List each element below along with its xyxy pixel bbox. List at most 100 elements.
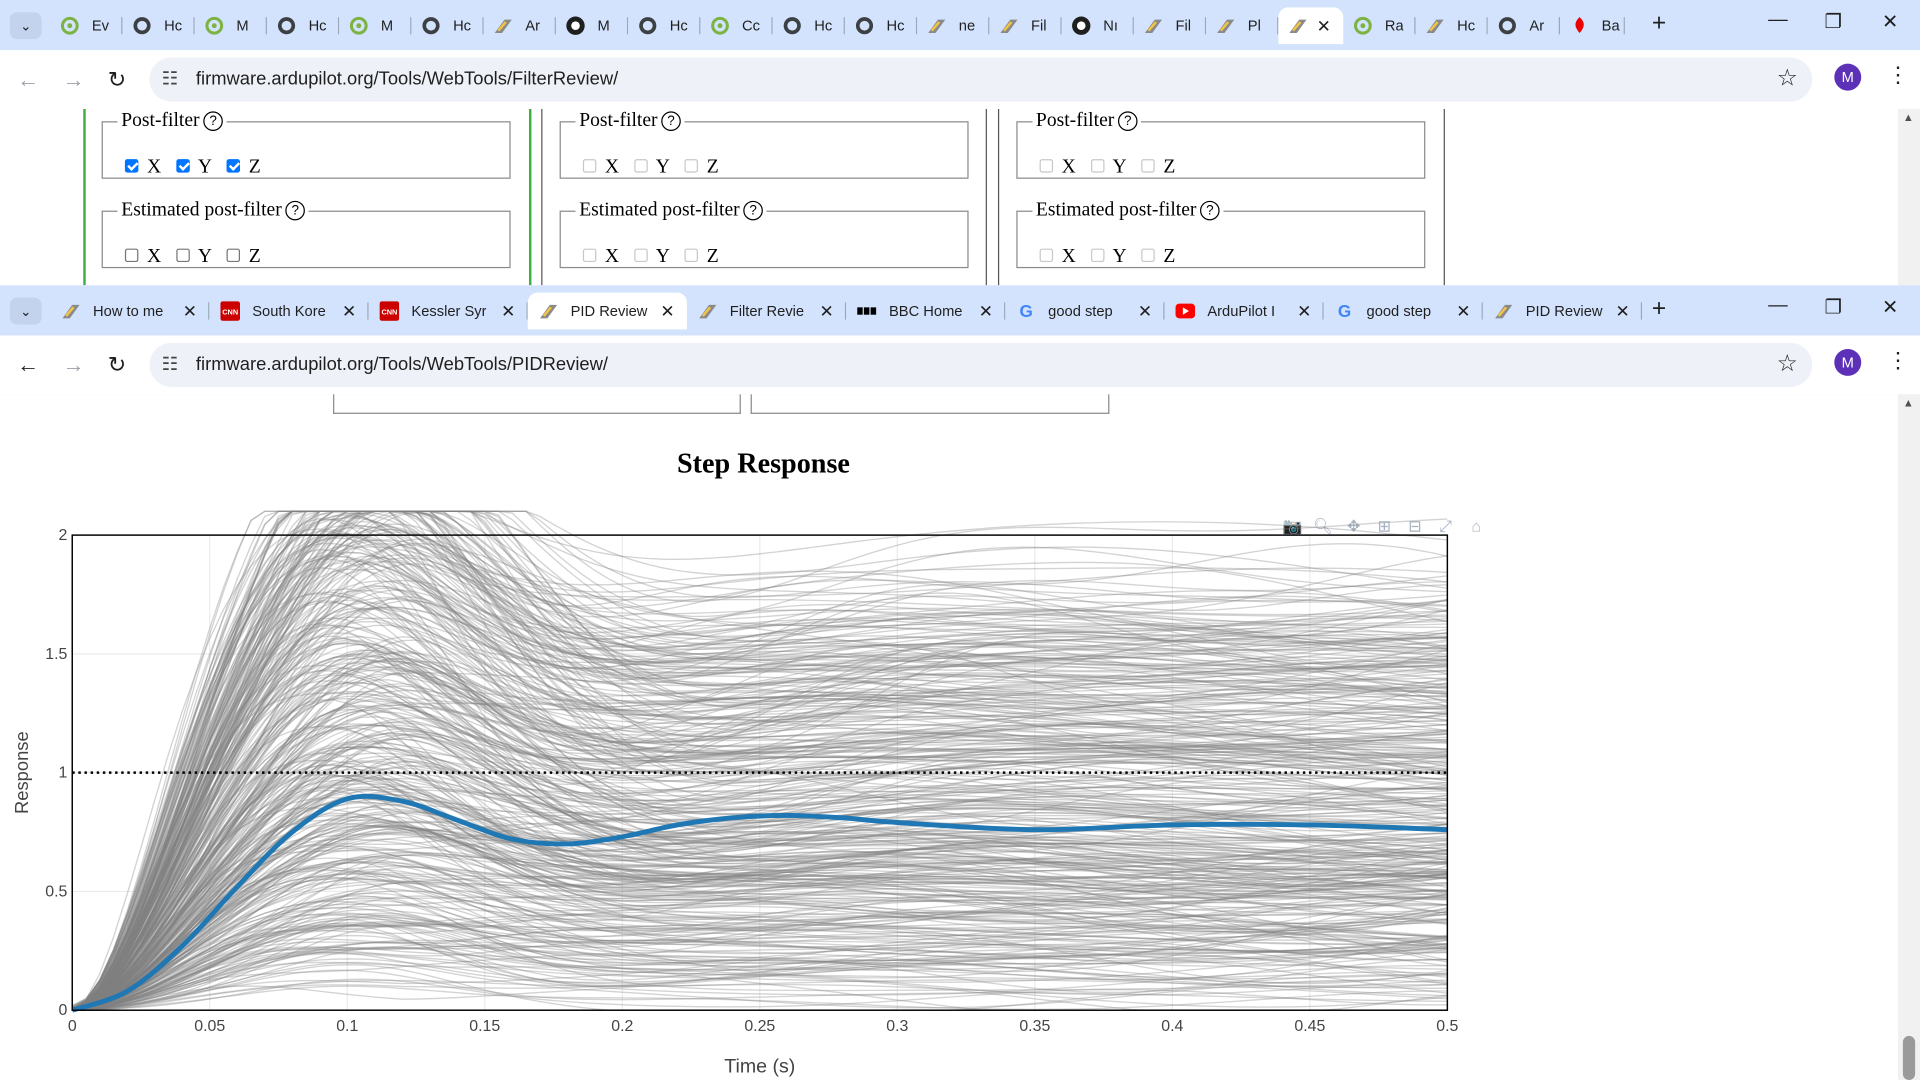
- url-text[interactable]: firmware.ardupilot.org/Tools/WebTools/PI…: [196, 354, 608, 375]
- minimize-button[interactable]: —: [1768, 295, 1788, 317]
- page-scrollbar[interactable]: ▲: [1897, 394, 1920, 1080]
- close-tab-icon[interactable]: ✕: [501, 301, 515, 321]
- browser-tab[interactable]: ArduPilot I ✕: [1164, 293, 1324, 330]
- browser-tab[interactable]: CNN Kessler Syr ✕: [369, 293, 528, 330]
- browser-tab[interactable]: Cc: [700, 7, 773, 44]
- browser-tab[interactable]: Fil: [1134, 7, 1207, 44]
- back-button[interactable]: ←: [17, 67, 39, 93]
- browser-tab[interactable]: Ggood step ✕: [1324, 293, 1483, 330]
- minimize-button[interactable]: —: [1768, 10, 1788, 32]
- restore-button[interactable]: ❐: [1825, 295, 1843, 319]
- browser-tab[interactable]: Hc: [1416, 7, 1488, 44]
- forward-button[interactable]: →: [62, 67, 84, 93]
- close-tab-icon[interactable]: ✕: [1456, 301, 1470, 321]
- axis-x-checkbox[interactable]: [124, 158, 139, 173]
- browser-tab[interactable]: Ra: [1343, 7, 1416, 44]
- omnibox[interactable]: ☷ firmware.ardupilot.org/Tools/WebTools/…: [149, 57, 1813, 102]
- axis-x-checkbox[interactable]: [582, 247, 597, 262]
- browser-tab[interactable]: Ev: [50, 7, 123, 44]
- site-info-icon[interactable]: ☷: [162, 67, 178, 90]
- browser-tab[interactable]: Ar: [484, 7, 556, 44]
- axis-y-checkbox[interactable]: [175, 247, 190, 262]
- browser-tab[interactable]: Hc: [845, 7, 918, 44]
- help-icon[interactable]: ?: [743, 200, 763, 221]
- reload-button[interactable]: ↻: [108, 67, 126, 93]
- browser-tab[interactable]: PID Review ✕: [527, 292, 687, 330]
- axis-z-checkbox[interactable]: [226, 247, 241, 262]
- browser-tab[interactable]: M: [195, 7, 267, 44]
- browser-tab[interactable]: ✕: [1278, 7, 1344, 45]
- profile-avatar[interactable]: M: [1834, 348, 1862, 376]
- tab-search-button[interactable]: ⌄: [9, 12, 42, 40]
- browser-tab[interactable]: Ba: [1560, 7, 1625, 44]
- close-window-button[interactable]: ✕: [1882, 10, 1898, 34]
- browser-tab[interactable]: Hc: [267, 7, 340, 44]
- back-button[interactable]: ←: [17, 353, 39, 379]
- url-text[interactable]: firmware.ardupilot.org/Tools/WebTools/Fi…: [196, 69, 618, 90]
- new-tab-button[interactable]: +: [1652, 10, 1666, 38]
- browser-tab[interactable]: ne: [917, 7, 990, 44]
- help-icon[interactable]: ?: [1200, 200, 1220, 221]
- omnibox[interactable]: ☷ firmware.ardupilot.org/Tools/WebTools/…: [149, 342, 1813, 387]
- menu-kebab-icon[interactable]: ⋮: [1887, 348, 1909, 374]
- reload-button[interactable]: ↻: [108, 353, 126, 379]
- forward-button[interactable]: →: [62, 353, 84, 379]
- browser-tab[interactable]: CNN South Kore ✕: [209, 293, 369, 330]
- browser-tab[interactable]: PID Review ✕: [1483, 293, 1643, 330]
- close-tab-icon[interactable]: ✕: [1297, 301, 1311, 321]
- close-tab-icon[interactable]: ✕: [1317, 16, 1331, 36]
- browser-tab[interactable]: How to me ✕: [50, 293, 210, 330]
- browser-tab[interactable]: Hc: [122, 7, 195, 44]
- page-scrollbar[interactable]: ▲: [1897, 108, 1920, 286]
- browser-tab[interactable]: M: [339, 7, 412, 44]
- axis-y-checkbox[interactable]: [175, 158, 190, 173]
- axis-z-checkbox[interactable]: [684, 158, 699, 173]
- scroll-up-arrow-icon[interactable]: ▲: [1903, 111, 1914, 123]
- close-window-button[interactable]: ✕: [1882, 295, 1898, 319]
- browser-tab[interactable]: Ar: [1488, 7, 1561, 44]
- axis-z-checkbox[interactable]: [1141, 158, 1155, 173]
- browser-tab[interactable]: Ggood step ✕: [1005, 293, 1165, 330]
- axis-y-checkbox[interactable]: [633, 247, 648, 262]
- browser-tab[interactable]: Pl: [1206, 7, 1279, 44]
- axis-x-checkbox[interactable]: [1039, 158, 1054, 173]
- axis-z-checkbox[interactable]: [226, 158, 241, 173]
- browser-tab[interactable]: BBC Home ✕: [846, 293, 1006, 330]
- close-tab-icon[interactable]: ✕: [820, 301, 834, 321]
- help-icon[interactable]: ?: [1117, 111, 1138, 132]
- axis-y-checkbox[interactable]: [1090, 247, 1104, 262]
- bookmark-star-icon[interactable]: ☆: [1777, 350, 1798, 378]
- scrollbar-thumb[interactable]: [1902, 1035, 1916, 1080]
- close-tab-icon[interactable]: ✕: [1138, 301, 1152, 321]
- axis-y-checkbox[interactable]: [633, 158, 648, 173]
- tab-search-button[interactable]: ⌄: [9, 297, 42, 325]
- browser-tab[interactable]: Filter Revie ✕: [687, 293, 847, 330]
- bookmark-star-icon[interactable]: ☆: [1777, 65, 1798, 93]
- menu-kebab-icon[interactable]: ⋮: [1887, 62, 1909, 88]
- close-tab-icon[interactable]: ✕: [660, 301, 674, 321]
- new-tab-button[interactable]: +: [1652, 295, 1666, 323]
- step-response-chart[interactable]: 0 0.05 0.1 0.15 0.2 0.25 0.3 0.35 0.4 0.45 0.5 0 0.5…: [0, 394, 1543, 1080]
- browser-tab[interactable]: Nı: [1062, 7, 1134, 44]
- help-icon[interactable]: ?: [661, 111, 681, 132]
- browser-tab[interactable]: Hc: [773, 7, 845, 44]
- close-tab-icon[interactable]: ✕: [183, 301, 197, 321]
- axis-z-checkbox[interactable]: [1141, 247, 1155, 262]
- axis-y-checkbox[interactable]: [1090, 158, 1104, 173]
- profile-avatar[interactable]: M: [1834, 63, 1862, 91]
- close-tab-icon[interactable]: ✕: [979, 301, 993, 321]
- browser-tab[interactable]: M: [556, 7, 629, 44]
- help-icon[interactable]: ?: [285, 200, 305, 221]
- close-tab-icon[interactable]: ✕: [1615, 301, 1629, 321]
- site-info-icon[interactable]: ☷: [162, 353, 178, 375]
- browser-tab[interactable]: Fil: [989, 7, 1062, 44]
- axis-x-checkbox[interactable]: [582, 158, 597, 173]
- scroll-up-arrow-icon[interactable]: ▲: [1903, 397, 1914, 409]
- close-tab-icon[interactable]: ✕: [342, 301, 356, 321]
- browser-tab[interactable]: Hc: [411, 7, 484, 44]
- help-icon[interactable]: ?: [203, 111, 223, 132]
- restore-button[interactable]: ❐: [1825, 10, 1843, 34]
- axis-x-checkbox[interactable]: [1039, 247, 1054, 262]
- axis-z-checkbox[interactable]: [684, 247, 699, 262]
- axis-x-checkbox[interactable]: [124, 247, 139, 262]
